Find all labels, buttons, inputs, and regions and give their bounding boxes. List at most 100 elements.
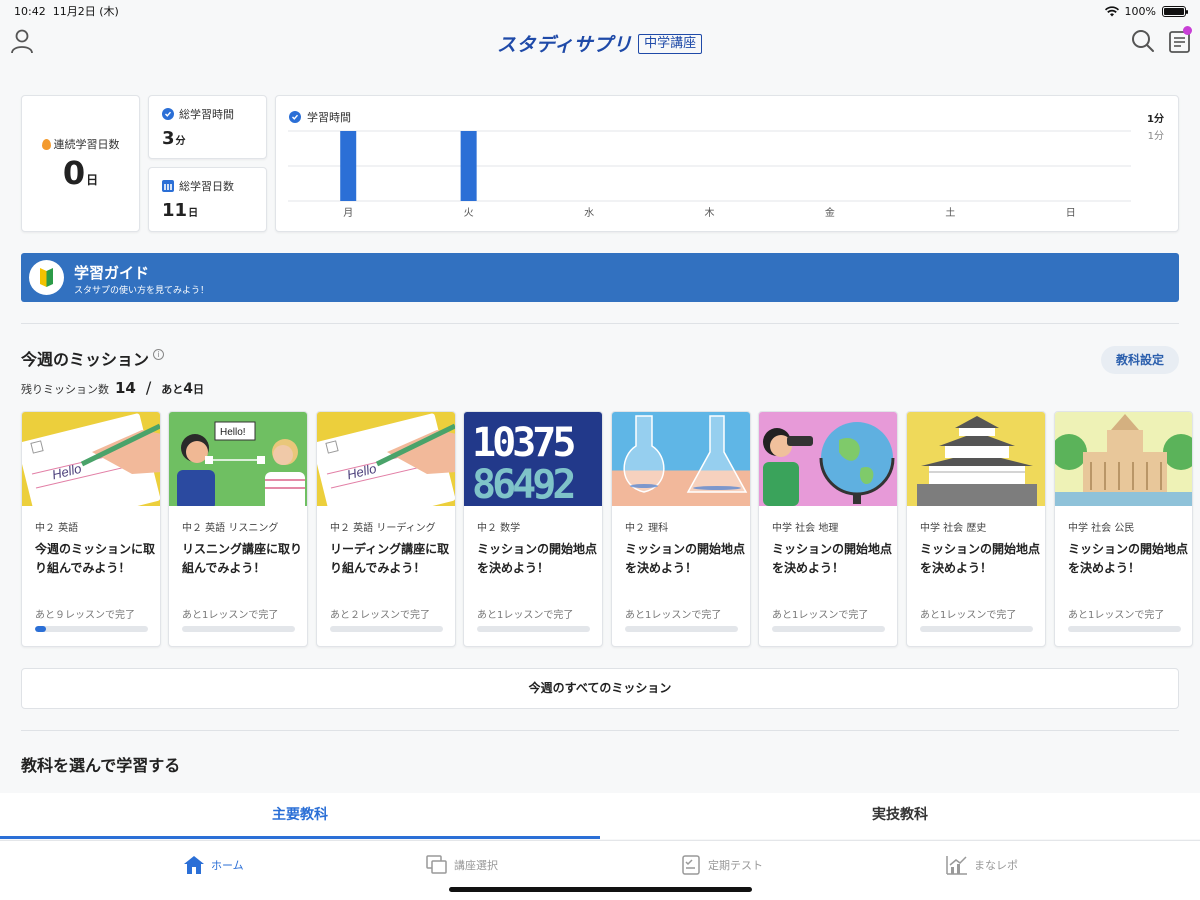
mission-remaining: あと２レッスンで完了 — [330, 610, 430, 621]
test-icon — [682, 855, 700, 875]
nav-course-label: 講座選択 — [454, 859, 498, 872]
report-chart-icon — [946, 856, 967, 875]
streak-card: 連続学習日数 0日 — [21, 95, 140, 232]
study-guide-banner[interactable]: 学習ガイド スタサプの使い方を見てみよう！ — [21, 253, 1179, 302]
mission-progress-bar — [920, 626, 1033, 632]
total-days-unit: 日 — [188, 208, 199, 219]
chart-tick-label: 月 — [343, 207, 353, 219]
nav-test[interactable]: 定期テスト — [682, 855, 763, 875]
nav-home-label: ホーム — [211, 859, 244, 872]
remaining-count: 14 — [115, 379, 136, 397]
mission-card-civics[interactable]: 中学 社会 公民 ミッションの開始地点を決めよう！ あと1レッスンで完了 — [1054, 411, 1193, 647]
mission-subject: 中学 社会 地理 — [772, 523, 839, 534]
status-date: 11月2日 (木) — [52, 5, 119, 18]
chart-title: 学習時間 — [307, 111, 351, 124]
subject-settings-button[interactable]: 教科設定 — [1101, 346, 1179, 374]
days-unit: 日 — [193, 383, 205, 396]
nav-course[interactable]: 講座選択 — [426, 855, 498, 875]
calendar-icon — [162, 180, 174, 192]
mission-progress-bar — [625, 626, 738, 632]
check-icon — [162, 108, 174, 120]
mission-progress-bar — [1068, 626, 1181, 632]
battery-icon — [1162, 5, 1188, 17]
mission-image-reading: Hello — [317, 412, 455, 506]
mission-subject: 中２ 英語 リスニング — [182, 523, 279, 534]
mission-text: リーディング講座に取り組んでみよう！ — [330, 542, 450, 575]
mission-remaining: あと1レッスンで完了 — [182, 610, 279, 621]
subject-tabs: 主要教科 実技教科 — [0, 793, 1200, 839]
chart-tick-label: 金 — [825, 206, 835, 219]
mission-progress-bar — [35, 626, 148, 632]
total-time-card: 総学習時間 3分 — [148, 95, 267, 159]
all-missions-button[interactable]: 今週のすべてのミッション — [21, 668, 1179, 709]
mission-progress-bar — [330, 626, 443, 632]
remaining-label: 残りミッション数 — [21, 383, 109, 396]
chart-max-label: 1分 — [1147, 131, 1164, 142]
mission-card-listening[interactable]: Hello! 中２ 英語 リスニング リスニング講座に取り組んでみよう！ あと1… — [168, 411, 308, 647]
mission-text: ミッションの開始地点を決めよう！ — [772, 542, 893, 575]
info-icon[interactable]: i — [153, 349, 164, 360]
user-icon[interactable] — [10, 28, 34, 54]
mission-text: ミッションの開始地点を決めよう！ — [625, 542, 746, 575]
status-time: 10:42 — [14, 5, 46, 18]
total-days-value: 11 — [162, 200, 188, 221]
clock-icon — [289, 111, 301, 123]
status-indicators: 100% — [1104, 4, 1188, 18]
slash-separator: / — [145, 378, 152, 397]
course-icon — [426, 855, 447, 874]
study-time-chart-card: 月 火 水 木 金 土 日 学習時間 1分 1分 — [275, 95, 1179, 232]
home-indicator — [449, 887, 752, 892]
chart-tick-label: 火 — [464, 207, 474, 219]
total-time-label: 総学習時間 — [179, 108, 234, 121]
total-time-value-row: 3分 — [162, 128, 186, 149]
missions-title: 今週のミッション — [21, 350, 150, 369]
mission-subject: 中学 社会 歴史 — [920, 523, 987, 534]
mission-card-math[interactable]: 10375 86492 中２ 数学 ミッションの開始地点を決めよう！ あと1レッ… — [463, 411, 603, 647]
mission-card-english[interactable]: Hello 中２ 英語 今週のミッションに取り組んでみよう！ あと９レッスンで完… — [21, 411, 161, 647]
mission-text: リスニング講座に取り組んでみよう！ — [182, 542, 303, 575]
notification-dot — [1183, 26, 1192, 35]
chart-tick-label: 土 — [945, 206, 955, 219]
mission-remaining: あと1レッスンで完了 — [772, 610, 869, 621]
mission-progress-bar — [182, 626, 295, 632]
chart-tick-label: 水 — [584, 207, 594, 219]
streak-value-row: 0日 — [22, 154, 139, 192]
streak-value: 0 — [62, 154, 86, 192]
tab-skill-subjects[interactable]: 実技教科 — [600, 793, 1200, 839]
study-time-chart: 月火水木金土日 — [288, 130, 1131, 219]
mission-card-science[interactable]: 中２ 理科 ミッションの開始地点を決めよう！ あと1レッスンで完了 — [611, 411, 751, 647]
mission-remaining: あと1レッスンで完了 — [477, 610, 574, 621]
mission-card-history[interactable]: 中学 社会 歴史 ミッションの開始地点を決めよう！ あと1レッスンで完了 — [906, 411, 1046, 647]
tab-main-subjects[interactable]: 主要教科 — [0, 793, 600, 839]
chart-tick-label: 日 — [1066, 208, 1076, 219]
guide-subtitle: スタサプの使い方を見てみよう！ — [74, 286, 210, 296]
divider — [21, 730, 1179, 731]
days-prefix: あと — [161, 383, 184, 396]
mission-card-reading[interactable]: Hello 中２ 英語 リーディング リーディング講座に取り組んでみよう！ あと… — [316, 411, 456, 647]
mission-remaining: あと1レッスンで完了 — [1068, 610, 1165, 621]
logo-badge: 中学講座 — [638, 33, 703, 54]
mission-card-geography[interactable]: 中学 社会 地理 ミッションの開始地点を決めよう！ あと1レッスンで完了 — [758, 411, 898, 647]
chart-bar-月 — [340, 131, 357, 201]
subjects-title: 教科を選んで学習する — [21, 756, 181, 775]
total-days-card: 総学習日数 11日 — [148, 167, 267, 232]
app-header: スタディサプリ 中学講座 — [0, 22, 1200, 62]
status-time-date: 10:42 11月2日 (木) — [14, 3, 119, 19]
nav-home[interactable]: ホーム — [183, 855, 244, 875]
mission-image-digits-row1: 10375 — [472, 420, 574, 466]
mission-image-digits-row2: 86492 — [472, 462, 573, 506]
flame-icon — [41, 138, 51, 150]
battery-percent: 100% — [1124, 4, 1156, 18]
total-days-value-row: 11日 — [162, 200, 198, 221]
streak-label-row: 連続学習日数 — [22, 136, 139, 152]
mission-remaining: あと1レッスンで完了 — [920, 610, 1017, 621]
mission-subject: 中２ 英語 リーディング — [330, 523, 436, 534]
nav-report[interactable]: まなレポ — [946, 855, 1018, 875]
mission-text: 今週のミッションに取り組んでみよう！ — [35, 542, 156, 575]
mission-image-geography — [759, 412, 897, 506]
search-icon[interactable] — [1131, 29, 1155, 53]
mission-text: ミッションの開始地点を決めよう！ — [920, 542, 1041, 575]
chart-title-row: 学習時間 — [289, 109, 351, 125]
wifi-icon — [1104, 5, 1119, 16]
mission-text: ミッションの開始地点を決めよう！ — [1068, 542, 1189, 575]
